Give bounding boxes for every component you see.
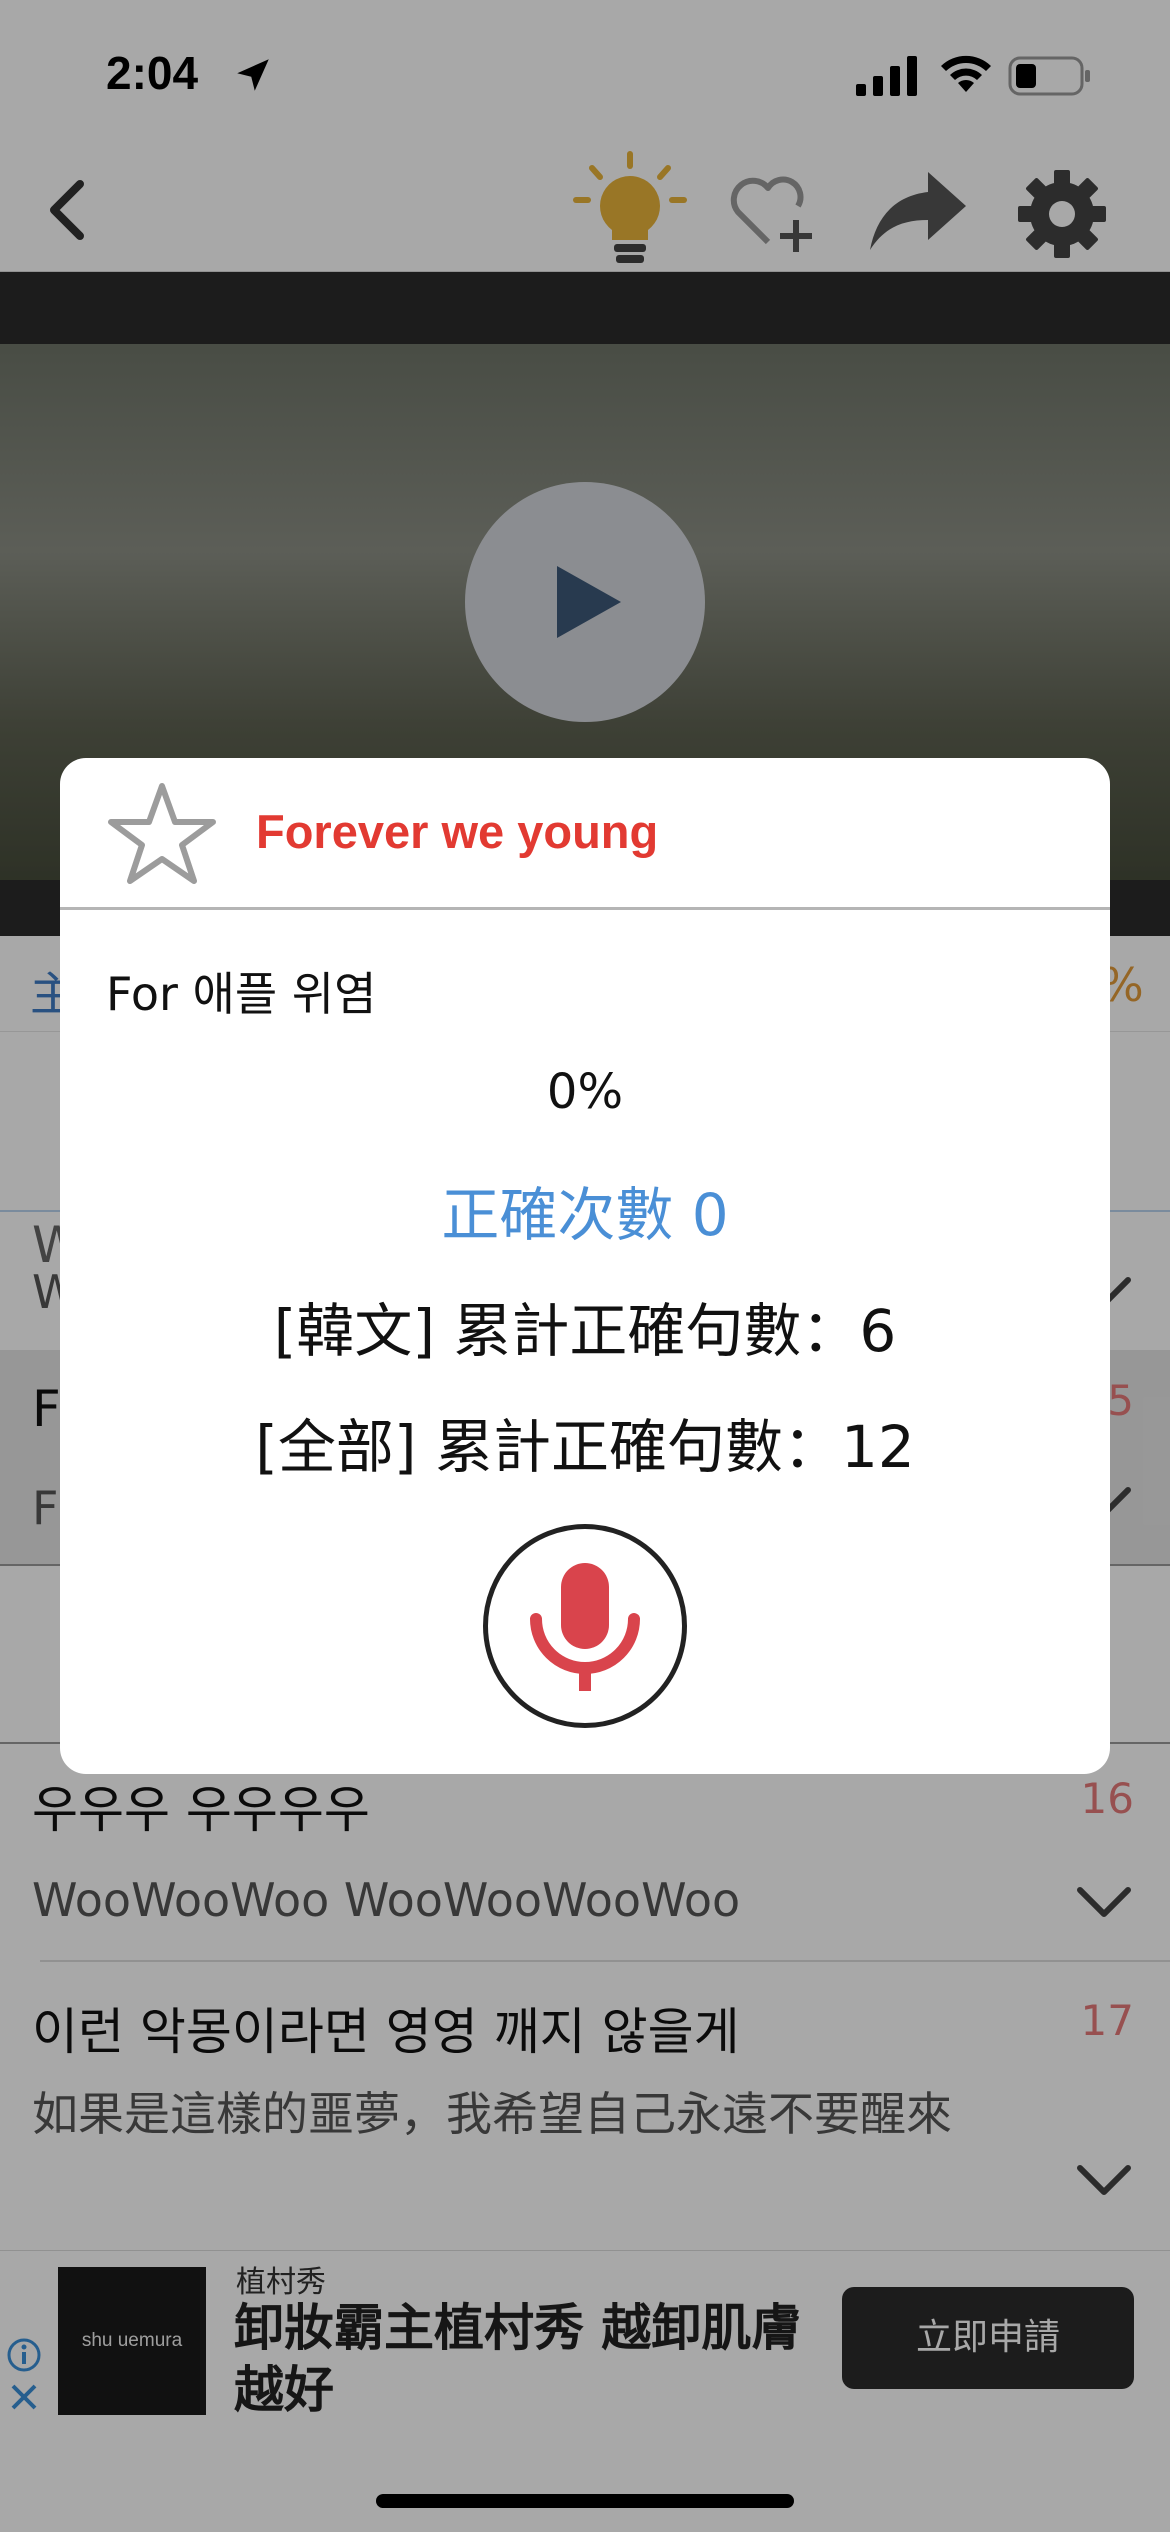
star-icon[interactable] xyxy=(106,780,218,888)
accuracy-percent: 0% xyxy=(546,1064,624,1120)
song-title: Forever we young xyxy=(256,805,659,858)
microphone-button[interactable] xyxy=(483,1524,687,1728)
microphone-icon xyxy=(530,1563,640,1691)
speech-practice-dialog: Forever we young For 애플 위염 0% 正確次數 0 [韓文… xyxy=(60,758,1110,1774)
app-screen: 2:04 主 % W W F F 우우우 우우우우 16 WooWooWoo W… xyxy=(0,0,1170,2532)
practice-sentence: For 애플 위염 xyxy=(106,967,377,1021)
korean-total-correct: [韓文] 累計正確句數：6 xyxy=(273,1297,897,1365)
all-total-correct: [全部] 累計正確句數：12 xyxy=(255,1413,915,1481)
dialog-header: Forever we young xyxy=(60,758,1110,910)
correct-count: 正確次數 0 xyxy=(441,1181,729,1249)
